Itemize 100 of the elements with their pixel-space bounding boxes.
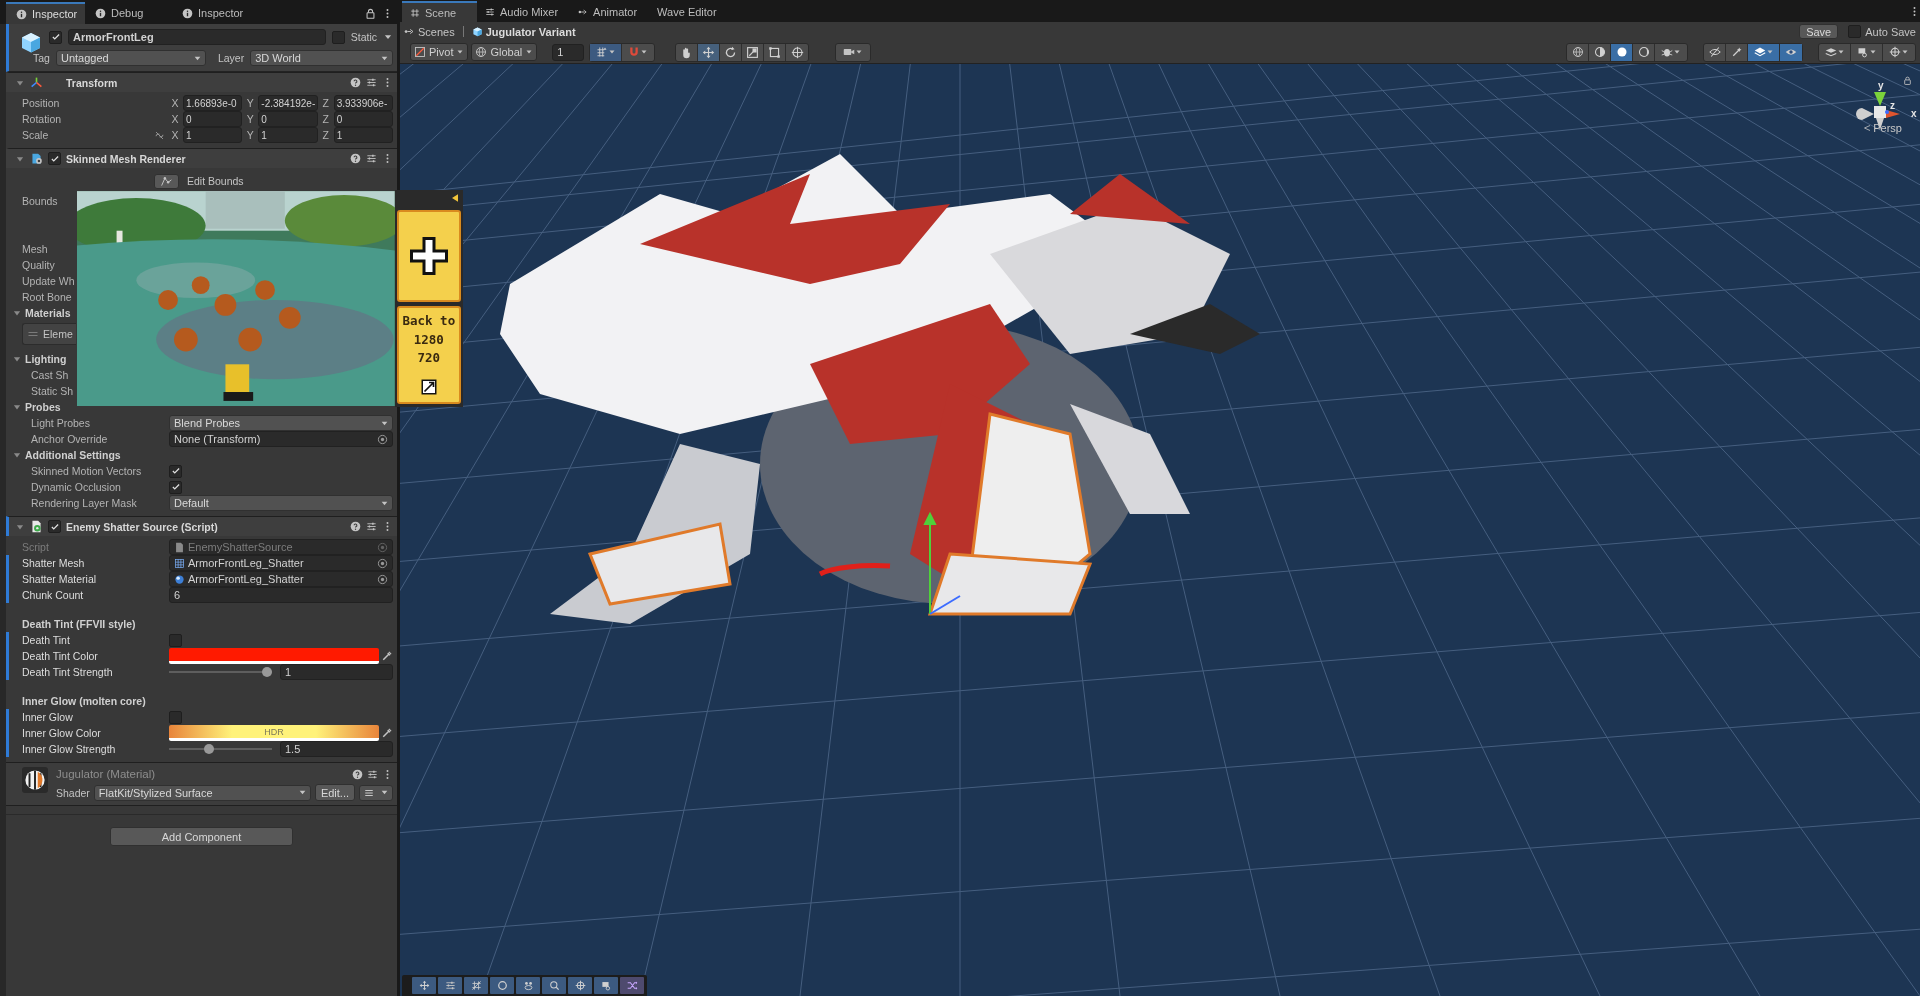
- slider-thumb[interactable]: [262, 667, 272, 677]
- field-label: Skinned Motion Vectors: [31, 465, 142, 477]
- grid-icon: [410, 7, 420, 18]
- global-dropdown[interactable]: Global: [471, 43, 538, 61]
- field-label: Shatter Mesh: [22, 557, 85, 569]
- list-dropdown[interactable]: [359, 784, 393, 801]
- edit-bounds-button[interactable]: [154, 173, 179, 189]
- checkbox[interactable]: [169, 480, 182, 494]
- target-icon[interactable]: [377, 557, 388, 569]
- help-icon[interactable]: [350, 521, 361, 532]
- sphere-toggle[interactable]: [1611, 43, 1633, 61]
- number-field[interactable]: 0: [183, 111, 243, 127]
- dropdown[interactable]: Blend Probes: [169, 415, 393, 431]
- checkbox[interactable]: [49, 30, 62, 44]
- slider-thumb[interactable]: [204, 744, 215, 754]
- eyedropper-icon[interactable]: [381, 650, 393, 662]
- unlink-icon[interactable]: [154, 129, 165, 141]
- checkbox[interactable]: [169, 464, 182, 478]
- number-field[interactable]: 1.66893e-0: [183, 95, 243, 111]
- field-label: Scale: [22, 129, 49, 141]
- checkbox[interactable]: [169, 633, 182, 647]
- number-field[interactable]: 1.5: [280, 741, 393, 757]
- number-field[interactable]: 1: [333, 127, 393, 143]
- number-field[interactable]: 1: [258, 127, 318, 143]
- sliders-icon[interactable]: [366, 77, 377, 88]
- rotate-icon: [724, 45, 738, 59]
- sliders-tool-button[interactable]: [438, 977, 462, 994]
- target-icon[interactable]: [377, 433, 388, 445]
- search-tool-button[interactable]: [542, 977, 566, 994]
- wand-icon: [1730, 46, 1743, 58]
- expand-triangle-icon[interactable]: [12, 354, 22, 364]
- shader-dropdown[interactable]: FlatKit/Stylized Surface: [93, 784, 311, 801]
- scene-tab[interactable]: Animator: [570, 1, 650, 22]
- object-field[interactable]: ArmorFrontLeg_Shatter: [169, 571, 393, 587]
- color-swatch[interactable]: [169, 648, 379, 664]
- object-field[interactable]: ArmorFrontLeg_Shatter: [169, 555, 393, 571]
- save-button[interactable]: Save: [1799, 24, 1839, 39]
- tag-dropdown[interactable]: Untagged: [55, 50, 206, 66]
- sliders-icon[interactable]: [367, 768, 378, 780]
- paw-tool-button[interactable]: [516, 977, 540, 994]
- shuffle-tool-button[interactable]: [620, 977, 644, 994]
- checkbox[interactable]: [48, 152, 61, 165]
- number-field[interactable]: 6: [169, 587, 393, 603]
- circle-tool-button[interactable]: [490, 977, 514, 994]
- snap-button[interactable]: [590, 43, 623, 61]
- breadcrumb-link[interactable]: Scenes: [404, 25, 455, 38]
- scene-tab[interactable]: Wave Editor: [649, 1, 729, 22]
- eye-toggle[interactable]: [1780, 43, 1802, 61]
- number-field[interactable]: 1: [280, 664, 393, 680]
- help-icon[interactable]: [350, 153, 361, 164]
- video-camera-tool-button[interactable]: [594, 977, 618, 994]
- number-field[interactable]: 3.933906e-: [333, 95, 393, 111]
- move-tool-button[interactable]: [412, 977, 436, 994]
- layer-dropdown[interactable]: 3D World: [250, 50, 393, 66]
- object-field[interactable]: None (Transform): [169, 431, 393, 447]
- eyedropper-icon[interactable]: [381, 727, 393, 739]
- move-icon: [702, 45, 716, 59]
- color-swatch[interactable]: HDR: [169, 725, 379, 741]
- help-icon[interactable]: [350, 77, 361, 88]
- name-field[interactable]: ArmorFrontLeg: [68, 29, 326, 45]
- pivot-dropdown[interactable]: Pivot: [410, 43, 469, 61]
- number-field[interactable]: 0: [258, 111, 318, 127]
- list-element[interactable]: Eleme: [22, 323, 76, 345]
- checkbox[interactable]: [48, 520, 61, 533]
- dpad-button[interactable]: [396, 210, 461, 302]
- material-sphere-icon: [174, 573, 185, 585]
- circle-icon: [496, 980, 508, 991]
- tag-label: Tag: [33, 52, 50, 64]
- checkbox[interactable]: [169, 710, 182, 724]
- back-button[interactable]: Back to 1280 720: [396, 306, 461, 404]
- grid-size-field[interactable]: 1: [552, 43, 585, 61]
- inspector-tab[interactable]: Inspector: [172, 2, 259, 24]
- number-field[interactable]: 1: [183, 127, 243, 143]
- inspector-tab[interactable]: Debug: [85, 2, 172, 24]
- sliders-icon[interactable]: [366, 153, 377, 164]
- expand-triangle-icon[interactable]: [12, 450, 22, 460]
- hatched-grid-tool-button[interactable]: [464, 977, 488, 994]
- dropdown[interactable]: Default: [169, 495, 393, 511]
- caret-icon: [1836, 48, 1845, 56]
- component-title: Skinned Mesh Renderer: [66, 152, 187, 165]
- number-field[interactable]: 0: [333, 111, 393, 127]
- checkbox[interactable]: [331, 30, 345, 44]
- sliders-icon[interactable]: [366, 521, 377, 532]
- move-tool-button[interactable]: [698, 43, 721, 61]
- scene-tab[interactable]: Scene: [402, 1, 477, 22]
- number-field[interactable]: -2.384192e-: [258, 95, 318, 111]
- edit-button[interactable]: Edit...: [314, 784, 355, 801]
- crosshair-tool-button[interactable]: [568, 977, 592, 994]
- add-component-button[interactable]: Add Component: [110, 827, 293, 846]
- scene-tab[interactable]: Audio Mixer: [477, 1, 571, 22]
- expand-triangle-icon[interactable]: [12, 308, 22, 318]
- lock-icon[interactable]: [365, 8, 376, 19]
- inspector-tab[interactable]: Inspector: [6, 2, 85, 24]
- target-icon[interactable]: [377, 573, 388, 585]
- expand-triangle-icon[interactable]: [12, 402, 22, 412]
- breadcrumb-link[interactable]: Jugulator Variant: [471, 25, 576, 38]
- checkbox[interactable]: [1848, 25, 1862, 38]
- projection-toggle[interactable]: Persp: [1863, 122, 1902, 134]
- video-camera-icon: [600, 980, 612, 991]
- layers-toggle[interactable]: [1748, 43, 1780, 61]
